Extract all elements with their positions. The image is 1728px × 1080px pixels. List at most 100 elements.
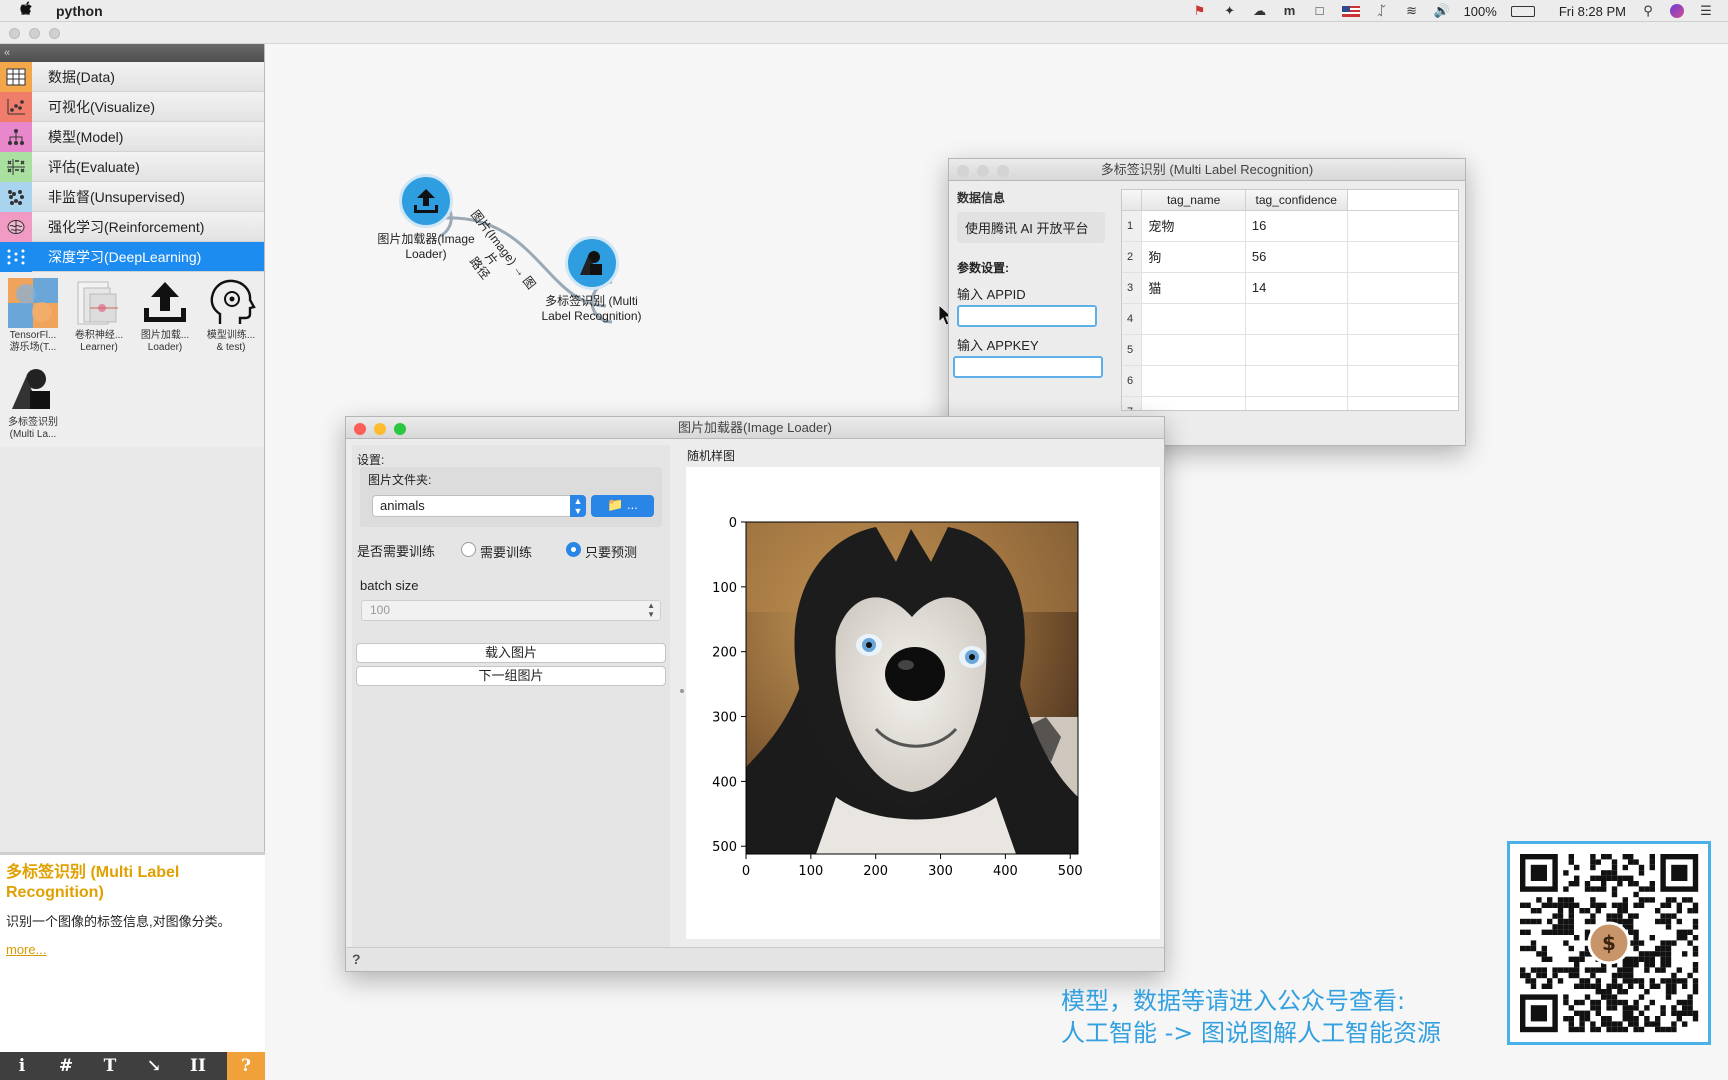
- close-button[interactable]: [957, 165, 969, 177]
- window-titlebar: 多标签识别 (Multi Label Recognition): [949, 159, 1465, 181]
- cell-tag-name[interactable]: 狗: [1141, 241, 1246, 273]
- category-visualize[interactable]: 可视化(Visualize): [0, 91, 264, 122]
- cell-tag-confidence[interactable]: [1245, 396, 1348, 410]
- search-icon[interactable]: ⚲: [1640, 4, 1656, 18]
- chevron-updown-icon[interactable]: ▲ ▼: [647, 601, 655, 619]
- acrobat-icon[interactable]: ⚑: [1192, 4, 1208, 18]
- close-button[interactable]: [354, 423, 366, 435]
- minimize-button[interactable]: [29, 28, 40, 39]
- qr-code-image: $: [1520, 854, 1699, 1033]
- batch-size-spinbox[interactable]: 100 ▲ ▼: [361, 600, 661, 621]
- radio-train-label[interactable]: 需要训练: [480, 542, 532, 561]
- wifi-icon[interactable]: ≋: [1404, 4, 1420, 18]
- cell-tag-confidence[interactable]: 14: [1245, 272, 1348, 304]
- cloud-icon[interactable]: ☁: [1252, 4, 1268, 18]
- battery-icon[interactable]: [1510, 5, 1535, 17]
- category-evaluate[interactable]: 评估(Evaluate): [0, 151, 264, 182]
- appid-input[interactable]: [957, 305, 1097, 327]
- column-header-tag-name[interactable]: tag_name: [1141, 190, 1246, 211]
- node-multi-label[interactable]: 多标签识别 (Multi Label Recognition): [524, 236, 659, 324]
- volume-icon[interactable]: 🔊: [1434, 4, 1450, 18]
- table-row[interactable]: 6: [1122, 365, 1458, 397]
- appkey-input[interactable]: [953, 356, 1103, 378]
- screenshot-icon[interactable]: □: [1312, 4, 1328, 18]
- cell-empty: [1347, 241, 1458, 273]
- table-row[interactable]: 3 猫 14: [1122, 272, 1458, 304]
- bird-icon[interactable]: ✦: [1222, 4, 1238, 18]
- category-label: 强化学习(Reinforcement): [48, 218, 205, 235]
- batch-size-value: 100: [370, 603, 391, 617]
- arrow-annotation-button[interactable]: ↘: [132, 1056, 176, 1076]
- column-header-tag-confidence[interactable]: tag_confidence: [1245, 190, 1348, 211]
- info-button[interactable]: i: [0, 1056, 44, 1076]
- cell-tag-confidence[interactable]: [1245, 365, 1348, 397]
- radio-train[interactable]: [461, 542, 476, 557]
- next-batch-button[interactable]: 下一组图片: [356, 666, 666, 686]
- bluetooth-icon[interactable]: ᛢ: [1374, 4, 1390, 18]
- multi-label-window: 多标签识别 (Multi Label Recognition) 数据信息 使用腾…: [948, 158, 1466, 446]
- splitter-handle[interactable]: [680, 689, 684, 693]
- radio-predict-label[interactable]: 只要预测: [585, 542, 637, 561]
- app-m-icon[interactable]: m: [1282, 4, 1298, 18]
- category-deeplearning[interactable]: 深度学习(DeepLearning): [0, 241, 264, 272]
- table-row[interactable]: 4: [1122, 303, 1458, 335]
- cell-tag-name[interactable]: [1141, 334, 1246, 366]
- minimize-button[interactable]: [977, 165, 989, 177]
- cell-tag-confidence[interactable]: 56: [1245, 241, 1348, 273]
- window-title: 多标签识别 (Multi Label Recognition): [1100, 162, 1314, 177]
- flag-us-icon[interactable]: [1341, 5, 1360, 17]
- minimize-button[interactable]: [374, 423, 386, 435]
- grid-button[interactable]: #: [44, 1056, 88, 1076]
- cell-tag-name[interactable]: [1141, 365, 1246, 397]
- notification-center-icon[interactable]: ☰: [1698, 4, 1714, 18]
- widget-image-loader[interactable]: 图片加载... Loader): [132, 274, 198, 358]
- siri-icon[interactable]: [1670, 4, 1684, 18]
- category-data[interactable]: 数据(Data): [0, 61, 264, 92]
- status-area: ⚑ ✦ ☁ m □ ᛢ ≋ 🔊 100% Fri 8:28 PM ⚲ ☰: [1192, 0, 1714, 22]
- widget-description-panel: 多标签识别 (Multi Label Recognition) 识别一个图像的标…: [0, 852, 265, 1052]
- more-link[interactable]: more...: [6, 942, 259, 957]
- folder-combobox[interactable]: animals ▲ ▼: [372, 495, 586, 517]
- node-image-loader[interactable]: 图片加载器(Image Loader): [366, 174, 486, 262]
- clock[interactable]: Fri 8:28 PM: [1559, 4, 1626, 19]
- zoom-button[interactable]: [997, 165, 1009, 177]
- plot-svg: 0 100 200 300 400 500 0 100 200 300 400 500: [712, 516, 1082, 879]
- tag-table[interactable]: tag_name tag_confidence 1 宠物 16 2 狗 56 3 猫 14 4 5 6…: [1121, 189, 1459, 411]
- text-annotation-button[interactable]: T: [88, 1056, 132, 1076]
- table-row[interactable]: 7: [1122, 396, 1458, 410]
- table-row[interactable]: 1 宠物 16: [1122, 210, 1458, 242]
- category-model[interactable]: 模型(Model): [0, 121, 264, 152]
- widget-cnn-learner[interactable]: 卷积神经... Learner): [66, 274, 132, 358]
- zoom-button[interactable]: [394, 423, 406, 435]
- category-unsupervised[interactable]: 非监督(Unsupervised): [0, 181, 264, 212]
- widget-multi-label[interactable]: 多标签识别 (Multi La...: [0, 361, 66, 445]
- cell-tag-name[interactable]: [1141, 303, 1246, 335]
- pause-button[interactable]: II: [176, 1056, 220, 1076]
- widget-model-train-test[interactable]: 模型训练... & test): [198, 274, 264, 358]
- cell-tag-name[interactable]: 猫: [1141, 272, 1246, 304]
- apple-logo-icon[interactable]: [20, 0, 38, 21]
- help-button[interactable]: ?: [227, 1052, 265, 1080]
- bottom-toolbar: i # T ↘ II ?: [0, 1052, 265, 1080]
- load-images-button[interactable]: 载入图片: [356, 643, 666, 663]
- cell-tag-name[interactable]: 宠物: [1141, 210, 1246, 242]
- cell-tag-confidence[interactable]: [1245, 334, 1348, 366]
- toolbox-collapse-handle[interactable]: «: [0, 44, 264, 62]
- upload-icon: [139, 277, 191, 329]
- app-name[interactable]: python: [56, 3, 103, 19]
- widget-tensorflow-playground[interactable]: TensorFl... 游乐场(T...: [0, 274, 66, 358]
- table-row[interactable]: 2 狗 56: [1122, 241, 1458, 273]
- category-reinforcement[interactable]: 强化学习(Reinforcement): [0, 211, 264, 242]
- radio-predict[interactable]: [566, 542, 581, 557]
- table-row[interactable]: 5: [1122, 334, 1458, 366]
- cell-tag-name[interactable]: [1141, 396, 1246, 410]
- close-button[interactable]: [9, 28, 20, 39]
- help-icon[interactable]: ?: [352, 951, 361, 967]
- zoom-button[interactable]: [49, 28, 60, 39]
- qr-code: $: [1507, 841, 1711, 1045]
- browse-folder-button[interactable]: 📁 ...: [591, 495, 654, 517]
- cell-tag-confidence[interactable]: 16: [1245, 210, 1348, 242]
- cell-tag-confidence[interactable]: [1245, 303, 1348, 335]
- sample-image-plot[interactable]: 0 100 200 300 400 500 0 100 200 300 400 500: [686, 467, 1160, 939]
- row-number: 5: [1122, 334, 1143, 366]
